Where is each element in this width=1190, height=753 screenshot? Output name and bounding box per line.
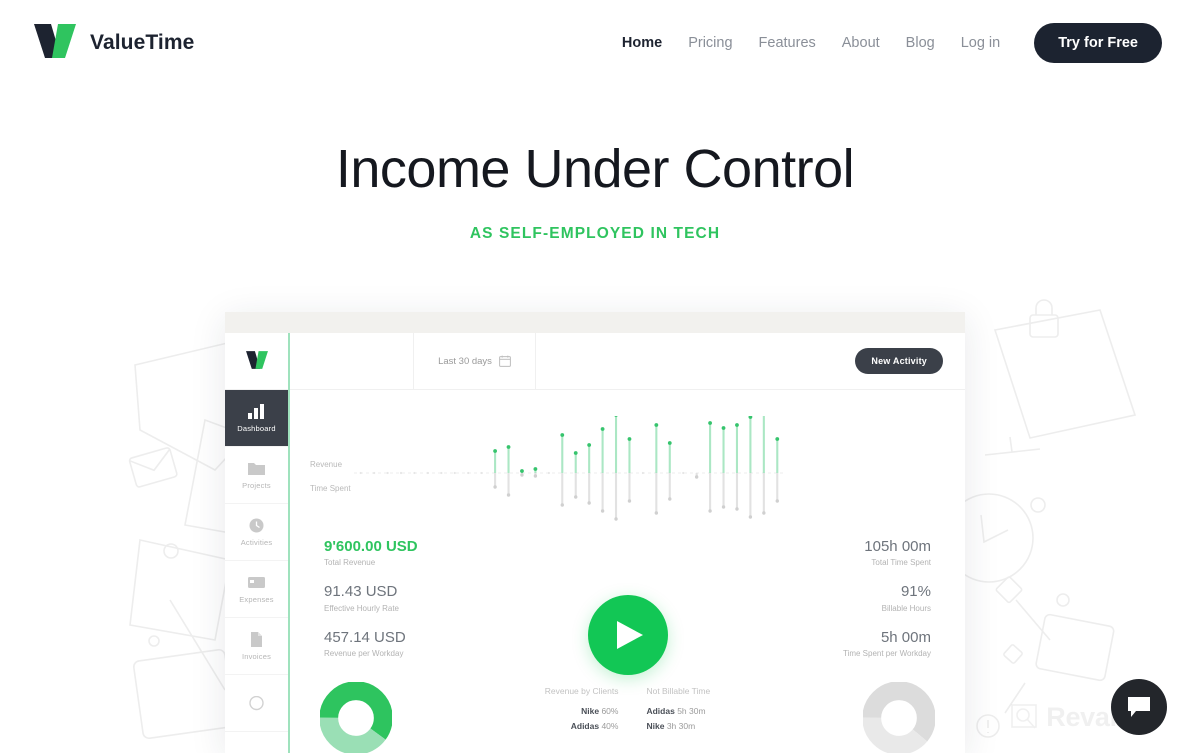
kpi-value: 91.43 USD	[324, 583, 398, 601]
legend-name: Nike	[646, 721, 665, 732]
dashboard-body: Dashboard Projects Activities Expenses I…	[225, 332, 965, 753]
sidebar-item-label: Invoices	[241, 651, 272, 661]
kpi-value: 5h 00m	[880, 628, 931, 646]
revain-logo-icon	[1011, 703, 1038, 729]
site-header: ValueTime Home Pricing Features About Bl…	[0, 0, 1190, 86]
brand-name: ValueTime	[90, 31, 195, 54]
kpi-value: 457.14 USD	[324, 628, 406, 646]
nav-item-about[interactable]: About	[842, 35, 880, 51]
donut-legends: Revenue by Clients Nike 60% Adidas 40% N…	[545, 682, 711, 736]
chart-plot-area	[354, 416, 784, 521]
bar-chart-icon	[248, 403, 264, 419]
legend-name: Nike	[581, 706, 600, 717]
dashboard-topbar: Last 30 days New Activity	[290, 332, 965, 390]
kpi-caption: Time Spent per Workday	[842, 649, 931, 659]
kpi-caption: Effective Hourly Rate	[324, 603, 399, 613]
date-range-filter[interactable]: Last 30 days	[413, 332, 536, 390]
new-activity-button[interactable]: New Activity	[855, 348, 943, 374]
legend-row: Adidas 40%	[545, 721, 619, 731]
sidebar-item-expenses[interactable]: Expenses	[225, 561, 288, 618]
try-for-free-button[interactable]: Try for Free	[1034, 23, 1162, 63]
chat-bubble-icon	[1128, 697, 1150, 717]
chart-series-label-revenue: Revenue	[310, 460, 343, 469]
legend-value: 3h 30m	[666, 721, 696, 732]
revenue-by-clients-donut	[320, 682, 392, 753]
nav-item-home[interactable]: Home	[622, 35, 662, 51]
legend-name: Adidas	[646, 706, 675, 717]
nav-item-pricing[interactable]: Pricing	[688, 35, 732, 51]
sidebar-item-dashboard[interactable]: Dashboard	[225, 390, 288, 447]
legend-name: Adidas	[570, 721, 600, 732]
kpi-billable-hours: 91% Billable Hours	[882, 583, 931, 612]
kpi-caption: Billable Hours	[881, 603, 931, 613]
dashboard-main: Last 30 days New Activity Revenue Time S…	[290, 332, 965, 753]
kpi-value: 9'600.00 USD	[324, 538, 418, 555]
kpi-caption: Revenue per Workday	[324, 649, 404, 659]
legend-revenue-by-clients: Revenue by Clients Nike 60% Adidas 40%	[545, 686, 619, 736]
kpi-revenue-per-workday: 457.14 USD Revenue per Workday	[324, 629, 406, 658]
revenue-time-chart: Revenue Time Spent	[302, 416, 939, 536]
legend-value: 60%	[601, 706, 619, 717]
document-icon	[251, 631, 262, 647]
kpi-total-revenue: 9'600.00 USD Total Revenue	[324, 538, 418, 567]
kpi-caption: Total Revenue	[324, 558, 376, 568]
legend-row: Nike 3h 30m	[646, 721, 710, 731]
chart-series-label-time: Time Spent	[310, 484, 351, 493]
nav-item-features[interactable]: Features	[759, 35, 816, 51]
sidebar-item-activities[interactable]: Activities	[225, 504, 288, 561]
dashboard-content: Revenue Time Spent 9'600.00 USD Total Re…	[290, 390, 965, 753]
kpi-caption: Total Time Spent	[871, 558, 931, 568]
page-title: Income Under Control	[335, 139, 855, 199]
not-billable-time-donut	[863, 682, 935, 753]
kpi-time-spent-per-workday: 5h 00m Time Spent per Workday	[843, 629, 931, 658]
kpi-value: 91%	[900, 583, 931, 601]
donut-section: Revenue by Clients Nike 60% Adidas 40% N…	[290, 674, 965, 753]
folder-icon	[248, 462, 265, 475]
legend-row: Nike 60%	[545, 706, 619, 717]
chat-button[interactable]	[1111, 679, 1167, 735]
card-icon	[248, 576, 265, 588]
legend-value: 40%	[601, 721, 619, 732]
date-range-label: Last 30 days	[438, 355, 492, 367]
user-avatar-icon	[249, 695, 264, 710]
dashboard-preview: Dashboard Projects Activities Expenses I…	[225, 312, 965, 753]
legend-value: 5h 30m	[677, 706, 706, 717]
sidebar-logo[interactable]	[225, 333, 288, 390]
legend-title: Revenue by Clients	[544, 686, 619, 697]
valuetime-v-logo-icon	[245, 351, 268, 369]
play-icon	[617, 621, 643, 649]
valuetime-v-logo-icon	[34, 24, 76, 58]
legend-row: Adidas 5h 30m	[646, 706, 710, 716]
nav-item-blog[interactable]: Blog	[906, 35, 935, 51]
window-chrome-strip	[225, 312, 965, 333]
kpi-value: 105h 00m	[864, 538, 931, 555]
play-video-button[interactable]	[587, 595, 668, 675]
brand[interactable]: ValueTime	[32, 22, 194, 64]
kpi-row: 9'600.00 USD Total Revenue 105h 00m Tota…	[324, 538, 931, 567]
sidebar-item-label: Dashboard	[237, 423, 276, 433]
kpi-total-time-spent: 105h 00m Total Time Spent	[864, 538, 931, 567]
nav-item-login[interactable]: Log in	[961, 35, 1001, 51]
clock-icon	[249, 518, 264, 532]
dashboard-sidebar: Dashboard Projects Activities Expenses I…	[225, 333, 290, 753]
legend-title: Not Billable Time	[646, 686, 711, 697]
kpi-effective-hourly-rate: 91.43 USD Effective Hourly Rate	[324, 583, 399, 612]
sidebar-item-account[interactable]	[225, 675, 288, 732]
sidebar-item-projects[interactable]: Projects	[225, 447, 288, 504]
legend-not-billable-time: Not Billable Time Adidas 5h 30m Nike 3h …	[646, 686, 710, 736]
landing-page: ValueTime Home Pricing Features About Bl…	[0, 0, 1190, 753]
sidebar-item-label: Projects	[242, 480, 271, 490]
calendar-icon	[499, 355, 511, 367]
hero-subtitle: AS SELF-EMPLOYED IN TECH	[469, 225, 721, 243]
sidebar-item-invoices[interactable]: Invoices	[225, 618, 288, 675]
sidebar-item-label: Expenses	[239, 594, 274, 604]
hero-section: Income Under Control AS SELF-EMPLOYED IN…	[0, 139, 1190, 243]
sidebar-item-label: Activities	[240, 537, 273, 547]
main-nav: Home Pricing Features About Blog Log in …	[622, 23, 1162, 63]
